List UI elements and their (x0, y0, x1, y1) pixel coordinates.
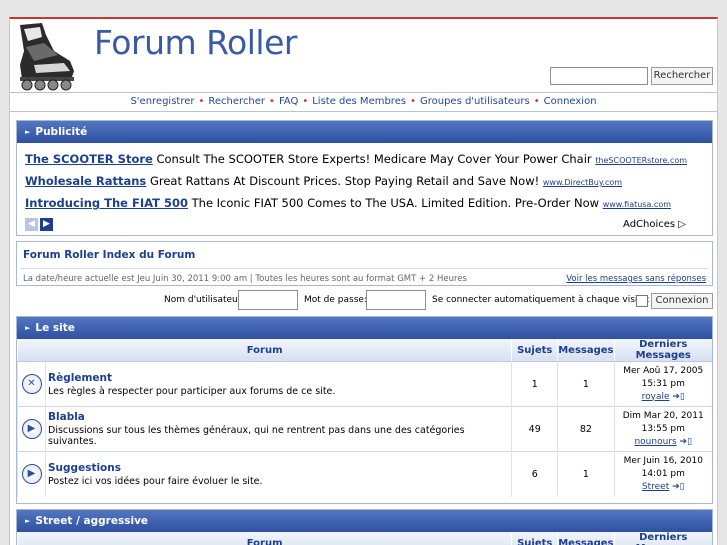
column-header-posts: Messages (557, 532, 614, 545)
autologin-label: Se connecter automatiquement à chaque vi… (432, 295, 650, 305)
goto-last-post-icon[interactable]: ➔▯ (672, 392, 685, 402)
topics-count: 1 (511, 361, 558, 407)
forum-table: Forum Sujets Messages Derniers Messages (16, 532, 712, 545)
nav-memberlist[interactable]: Liste des Membres (312, 96, 406, 107)
column-header-topics: Sujets (511, 532, 558, 545)
ad-text: Great Rattans At Discount Prices. Stop P… (149, 174, 540, 188)
forum-description: Discussions sur tous les thèmes généraux… (48, 425, 465, 447)
last-post-user-link[interactable]: nounours (634, 437, 676, 447)
category-title: Le site (35, 322, 75, 334)
last-post-time: 15:31 pm (641, 378, 685, 389)
table-row: ▶ Blabla Discussions sur tous les thèmes… (17, 406, 712, 452)
ad-item: The SCOOTER Store Consult The SCOOTER St… (25, 152, 687, 166)
column-header-forum: Forum (16, 339, 512, 362)
category-title: Street / aggressive (35, 515, 149, 527)
collapse-arrow-icon: ► (25, 324, 31, 332)
index-title-link[interactable]: Forum Roller Index du Forum (23, 249, 195, 261)
adchoices-link[interactable]: AdChoices ▷ (623, 219, 686, 230)
username-label: Nom d'utilisateur: (164, 295, 245, 305)
nav-separator: • (410, 96, 416, 107)
column-header-last-posts: Derniers Messages (613, 532, 712, 545)
nav-separator: • (533, 96, 540, 107)
login-button[interactable]: Connexion (651, 293, 713, 309)
category-le-site: ► Le site Forum Sujets Messages Derniers … (16, 316, 713, 504)
ad-item: Wholesale Rattans Great Rattans At Disco… (25, 174, 622, 188)
inline-skate-logo[interactable] (14, 21, 78, 91)
forum-icon: ▶ (21, 419, 42, 439)
ad-url-link[interactable]: theSCOOTERstore.com (595, 156, 687, 165)
ad-pager: ◀ ▶ (25, 218, 55, 231)
last-post-user-link[interactable]: Street (642, 482, 669, 492)
ads-box: ► Publicité The SCOOTER Store Consult The… (16, 120, 713, 236)
ad-url-link[interactable]: www.fiatusa.com (603, 200, 671, 209)
search-input[interactable] (550, 67, 648, 85)
ad-title-link[interactable]: Wholesale Rattans (25, 174, 146, 188)
unanswered-posts-link[interactable]: Voir les messages sans réponses (566, 274, 706, 284)
ad-item: Introducing The FIAT 500 The Iconic FIAT… (25, 196, 671, 210)
nav-login[interactable]: Connexion (544, 96, 597, 107)
autologin-checkbox[interactable] (636, 295, 648, 307)
table-row: ▶ Suggestions Postez ici vos idées pour … (17, 451, 712, 497)
site-title[interactable]: Forum Roller (94, 23, 297, 62)
forum-table: Forum Sujets Messages Derniers Messages … (16, 339, 712, 497)
category-header[interactable]: ► Street / aggressive (17, 510, 712, 532)
column-header-last-posts: Derniers Messages (613, 339, 712, 362)
ad-text: Consult The SCOOTER Store Experts! Medic… (156, 152, 592, 166)
collapse-arrow-icon: ► (25, 517, 31, 525)
nav-faq[interactable]: FAQ (279, 96, 298, 107)
forum-description: Postez ici vos idées pour faire évoluer … (48, 475, 263, 487)
last-post-time: 14:01 pm (641, 468, 685, 479)
page-container: Forum Roller Rechercher S'enregistrer • Re… (9, 17, 718, 545)
search-button[interactable]: Rechercher (651, 67, 713, 85)
category-street-aggressive: ► Street / aggressive Forum Sujets Messag… (16, 509, 713, 545)
topics-count: 49 (511, 406, 558, 452)
nav-separator: • (269, 96, 275, 107)
forum-description: Les règles à respecter pour participer a… (48, 385, 336, 397)
nav-separator: • (198, 96, 205, 107)
index-box: Forum Roller Index du Forum La date/heur… (16, 241, 713, 286)
collapse-arrow-icon: ► (25, 128, 31, 136)
password-label: Mot de passe: (304, 295, 367, 305)
posts-count: 1 (557, 451, 614, 497)
nav-register[interactable]: S'enregistrer (130, 96, 194, 107)
category-header[interactable]: ► Le site (17, 317, 712, 339)
ads-header: ► Publicité (17, 121, 712, 143)
password-input[interactable] (366, 290, 426, 310)
goto-last-post-icon[interactable]: ➔▯ (672, 482, 685, 492)
divider (21, 268, 708, 269)
current-datetime: La date/heure actuelle est Jeu Juin 30, … (23, 274, 467, 284)
last-post-time: 13:55 pm (641, 423, 685, 434)
locked-forum-icon: ✕ (21, 374, 42, 394)
goto-last-post-icon[interactable]: ➔▯ (680, 437, 693, 447)
forum-link-suggestions[interactable]: Suggestions (48, 462, 509, 474)
nav-usergroups[interactable]: Groupes d'utilisateurs (420, 96, 530, 107)
posts-count: 1 (557, 361, 614, 407)
column-header-topics: Sujets (511, 339, 558, 362)
last-post-date: Mer Aoû 17, 2005 (623, 365, 704, 376)
site-header: Forum Roller Rechercher (10, 19, 717, 92)
nav-separator: • (302, 96, 309, 107)
username-input[interactable] (238, 290, 298, 310)
ad-title-link[interactable]: The SCOOTER Store (25, 152, 153, 166)
posts-count: 82 (557, 406, 614, 452)
ad-prev-icon[interactable]: ◀ (25, 218, 38, 231)
forum-icon: ▶ (21, 464, 42, 485)
ad-next-icon[interactable]: ▶ (40, 218, 53, 231)
last-post-date: Mer Juin 16, 2010 (623, 455, 703, 466)
last-post-date: Dim Mar 20, 2011 (622, 410, 704, 421)
nav-search[interactable]: Rechercher (208, 96, 265, 107)
table-row: ✕ Règlement Les règles à respecter pour … (17, 361, 712, 407)
last-post-user-link[interactable]: royale (642, 392, 670, 402)
ad-title-link[interactable]: Introducing The FIAT 500 (25, 196, 188, 210)
forum-link-reglement[interactable]: Règlement (48, 372, 509, 384)
column-header-posts: Messages (557, 339, 614, 362)
main-nav: S'enregistrer • Rechercher • FAQ • Liste des M… (10, 92, 717, 112)
topics-count: 6 (511, 451, 558, 497)
forum-link-blabla[interactable]: Blabla (48, 411, 509, 423)
column-header-forum: Forum (16, 532, 512, 545)
ad-text: The Iconic FIAT 500 Comes to The USA. Li… (191, 196, 600, 210)
ad-url-link[interactable]: www.DirectBuy.com (543, 178, 622, 187)
ads-header-label: Publicité (35, 126, 88, 138)
